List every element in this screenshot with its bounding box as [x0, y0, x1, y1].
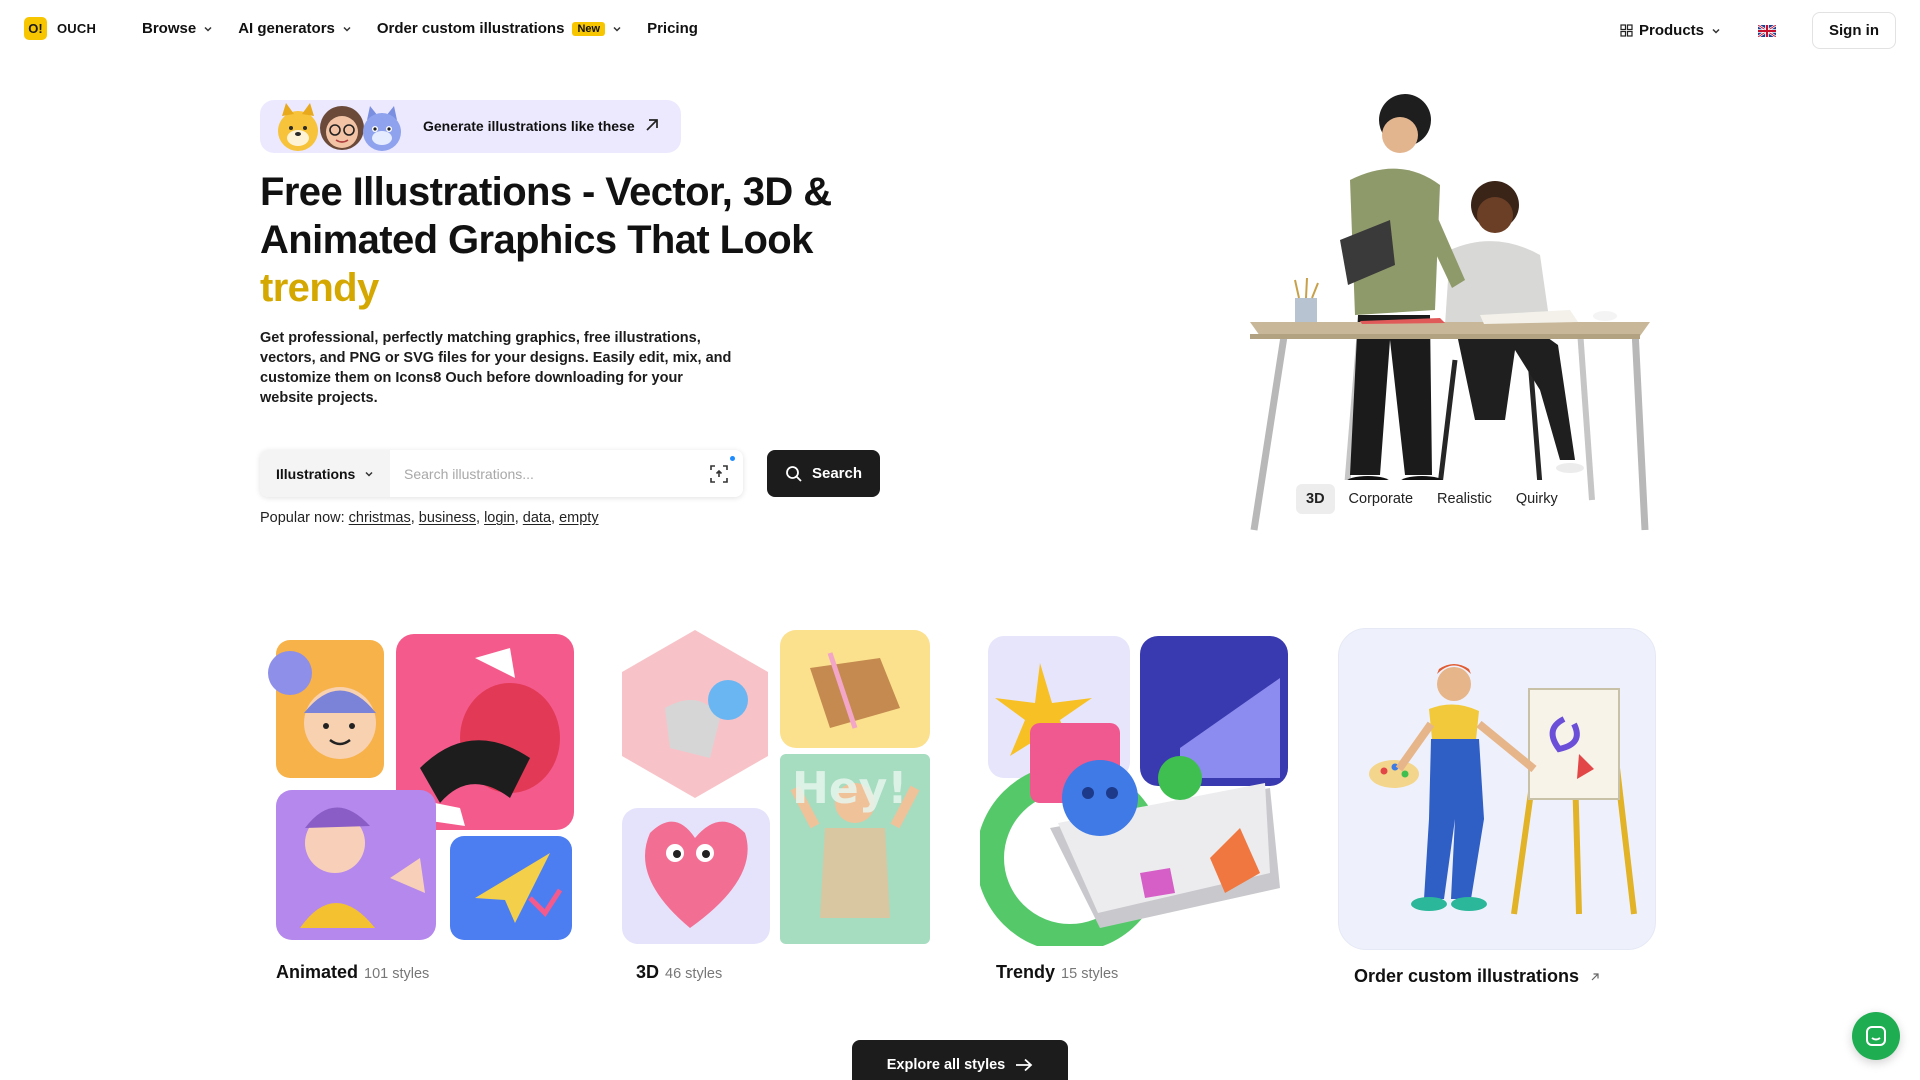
- hero-illustration: [1250, 94, 1650, 531]
- search-type-label: Illustrations: [276, 465, 356, 482]
- visual-search-button[interactable]: [695, 450, 743, 497]
- nav-right: Products Sign in: [1620, 12, 1896, 49]
- animated-collage: [268, 634, 574, 940]
- style-tab-3d[interactable]: 3D: [1296, 484, 1335, 514]
- nav-ai-generators-label: AI generators: [238, 20, 335, 37]
- popular-link[interactable]: empty: [559, 510, 599, 526]
- search-button-label: Search: [811, 465, 863, 482]
- nav-browse-label: Browse: [142, 20, 197, 37]
- explore-all-styles-button[interactable]: Explore all styles: [852, 1040, 1068, 1080]
- category-title: Trendy: [996, 962, 1056, 982]
- search-box: Illustrations: [260, 450, 743, 497]
- popular-link[interactable]: christmas: [349, 510, 411, 526]
- nav-order-custom-label: Order custom illustrations: [376, 20, 565, 37]
- nav-links: Browse AI generators Order custom illust…: [142, 20, 698, 37]
- chevron-down-icon: [343, 26, 351, 32]
- popular-label: Popular now:: [260, 510, 345, 526]
- custom-card-label: Order custom illustrations: [1354, 966, 1600, 987]
- chat-icon: [1866, 1026, 1886, 1046]
- trendy-collage: [976, 636, 1288, 952]
- 3d-collage: Hey!: [622, 630, 930, 944]
- svg-text:Hey!: Hey!: [792, 763, 907, 814]
- headline-accent: trendy: [260, 266, 379, 310]
- nav-order-custom[interactable]: Order custom illustrations New: [377, 20, 623, 37]
- products-menu[interactable]: Products: [1620, 22, 1722, 39]
- chevron-down-icon: [365, 471, 373, 477]
- style-tab-realistic[interactable]: Realistic: [1427, 484, 1502, 514]
- order-custom-card[interactable]: Order custom illustrations: [1338, 628, 1656, 986]
- search-type-dropdown[interactable]: Illustrations: [260, 450, 390, 497]
- nav-ai-generators[interactable]: AI generators: [238, 20, 353, 37]
- category-card-animated[interactable]: Animated 101 styles: [260, 628, 578, 982]
- grid-icon: [1620, 24, 1633, 37]
- hero-subtext: Get professional, perfectly matching gra…: [260, 330, 732, 406]
- image-search-icon: [710, 464, 728, 483]
- logo-text: OUCH: [57, 21, 97, 36]
- arrow-up-right-icon: [646, 119, 658, 131]
- avatars-illustration: [278, 103, 401, 151]
- sign-in-button[interactable]: Sign in: [1812, 12, 1896, 49]
- category-title: Animated: [276, 962, 359, 982]
- nav-pricing-label: Pricing: [647, 20, 698, 37]
- custom-card-art: [1338, 628, 1656, 950]
- category-title: 3D: [636, 962, 660, 982]
- style-tab-quirky[interactable]: Quirky: [1506, 484, 1568, 514]
- category-card-3d[interactable]: Hey! 3D 46 styles: [620, 628, 938, 982]
- arrow-right-icon: [1016, 1058, 1033, 1072]
- uk-flag-icon[interactable]: [1758, 24, 1776, 37]
- chevron-down-icon: [1712, 28, 1720, 34]
- new-badge: New: [572, 21, 606, 36]
- search-button[interactable]: Search: [767, 450, 880, 497]
- category-label: Trendy 15 styles: [996, 962, 1118, 983]
- style-tabs: 3D Corporate Realistic Quirky: [1290, 480, 1574, 518]
- chevron-down-icon: [204, 26, 212, 32]
- popular-searches: Popular now: christmas, business, login,…: [260, 510, 599, 526]
- category-card-trendy[interactable]: Trendy 15 styles: [976, 628, 1298, 982]
- top-nav: O! OUCH Browse AI generators Order custo…: [0, 0, 1920, 60]
- pill-text: Generate illustrations like these: [423, 118, 635, 134]
- explore-label: Explore all styles: [886, 1057, 1006, 1073]
- logo[interactable]: O! OUCH: [24, 17, 96, 40]
- headline-main: Free Illustrations - Vector, 3D & Animat…: [260, 170, 832, 262]
- category-label: 3D 46 styles: [636, 962, 722, 983]
- new-feature-dot: [730, 456, 735, 461]
- popular-link[interactable]: login: [484, 510, 515, 526]
- popular-link[interactable]: business: [419, 510, 476, 526]
- search-icon: [786, 465, 802, 482]
- category-count: 46 styles: [665, 966, 723, 982]
- painter-illustration: [1369, 664, 1637, 915]
- products-label: Products: [1638, 22, 1704, 39]
- nav-browse[interactable]: Browse: [142, 20, 214, 37]
- style-tab-corporate[interactable]: Corporate: [1339, 484, 1423, 514]
- popular-link[interactable]: data: [523, 510, 551, 526]
- search-input[interactable]: [390, 450, 695, 497]
- category-label: Animated 101 styles: [276, 962, 429, 983]
- category-count: 101 styles: [364, 966, 430, 982]
- chevron-down-icon: [613, 26, 621, 32]
- logo-mark: O!: [24, 17, 47, 40]
- custom-card-title: Order custom illustrations: [1354, 966, 1580, 986]
- nav-pricing[interactable]: Pricing: [647, 20, 698, 37]
- page-title: Free Illustrations - Vector, 3D & Animat…: [260, 168, 920, 312]
- chat-button[interactable]: [1852, 1012, 1900, 1060]
- category-count: 15 styles: [1061, 966, 1119, 982]
- arrow-up-right-icon: [1591, 973, 1599, 981]
- generate-pill[interactable]: Generate illustrations like these: [260, 100, 681, 153]
